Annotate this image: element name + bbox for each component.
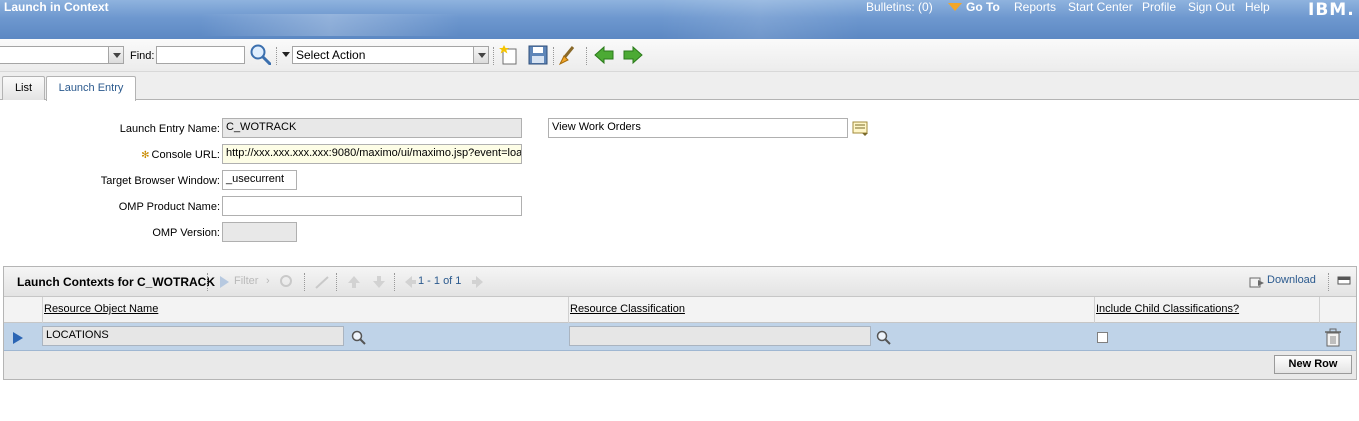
long-description-icon[interactable] xyxy=(852,121,870,137)
column-resource-object-name[interactable]: Resource Object Name xyxy=(44,303,158,315)
new-row-button[interactable]: New Row xyxy=(1274,355,1352,374)
toolbar: Find: Select Action xyxy=(0,39,1359,72)
classification-search-icon[interactable] xyxy=(876,330,892,346)
previous-page-arrow-icon[interactable] xyxy=(402,274,418,290)
profile-link[interactable]: Profile xyxy=(1142,0,1176,14)
column-divider xyxy=(568,297,569,323)
tab-bar: List Launch Entry xyxy=(0,72,1359,101)
select-action-dropdown[interactable]: Select Action xyxy=(292,46,474,64)
help-link[interactable]: Help xyxy=(1245,0,1270,14)
reports-link[interactable]: Reports xyxy=(1014,0,1056,14)
omp-version-field[interactable] xyxy=(222,222,297,242)
description-field[interactable]: View Work Orders xyxy=(548,118,848,138)
target-browser-window-label: Target Browser Window: xyxy=(100,175,220,187)
launch-contexts-table: Launch Contexts for C_WOTRACK Filter › 1… xyxy=(3,266,1357,380)
omp-product-name-field[interactable] xyxy=(222,196,522,216)
column-divider xyxy=(1094,297,1095,323)
sign-out-link[interactable]: Sign Out xyxy=(1188,0,1235,14)
ibm-logo: IBM. xyxy=(1308,0,1355,20)
column-include-child-classifications[interactable]: Include Child Classifications? xyxy=(1096,303,1239,315)
paging-info: 1 - 1 of 1 xyxy=(418,275,462,287)
launch-entry-name-field[interactable]: C_WOTRACK xyxy=(222,118,522,138)
query-select[interactable] xyxy=(0,46,110,64)
download-icon[interactable] xyxy=(1249,275,1265,289)
filter-arrow-icon[interactable] xyxy=(218,275,230,289)
target-browser-window-field[interactable]: _usecurrent xyxy=(222,170,297,190)
header-glow xyxy=(200,14,460,36)
go-to-menu[interactable]: Go To xyxy=(966,0,1000,14)
console-url-field[interactable]: http://xxx.xxx.xxx.xxx:9080/maximo/ui/ma… xyxy=(222,144,522,164)
table-column-header: Resource Object Name Resource Classifica… xyxy=(4,297,1356,323)
omp-product-name-label: OMP Product Name: xyxy=(118,201,220,213)
tab-launch-entry[interactable]: Launch Entry xyxy=(46,76,136,101)
app-header: Launch in Context Bulletins: (0) Go To R… xyxy=(0,0,1359,39)
console-url-label-wrap: ✻ Console URL: xyxy=(90,149,220,161)
bulletins-link[interactable]: Bulletins: (0) xyxy=(866,0,933,14)
resource-object-name-field[interactable]: LOCATIONS xyxy=(42,326,344,346)
required-icon: ✻ xyxy=(141,150,150,161)
console-url-label: Console URL: xyxy=(151,149,220,161)
include-child-checkbox[interactable] xyxy=(1097,332,1108,343)
go-to-icon[interactable] xyxy=(948,3,962,11)
tab-list[interactable]: List xyxy=(2,76,45,100)
table-separator xyxy=(394,273,395,291)
toolbar-separator xyxy=(276,47,277,65)
launch-entry-name-label: Launch Entry Name: xyxy=(119,123,220,135)
toolbar-separator xyxy=(553,47,554,65)
action-menu-arrow-icon[interactable] xyxy=(282,52,290,57)
column-resource-classification[interactable]: Resource Classification xyxy=(570,303,685,315)
table-separator xyxy=(336,273,337,291)
start-center-link[interactable]: Start Center xyxy=(1068,0,1133,14)
header-glow xyxy=(660,0,860,39)
find-label: Find: xyxy=(130,50,155,62)
download-link[interactable]: Download xyxy=(1267,274,1316,286)
delete-row-icon[interactable] xyxy=(1324,328,1342,348)
next-page-arrow-icon[interactable] xyxy=(470,274,486,290)
app-title: Launch in Context xyxy=(4,0,109,14)
column-divider xyxy=(42,297,43,323)
clear-changes-icon[interactable] xyxy=(557,44,579,66)
table-separator xyxy=(1328,273,1329,291)
table-separator xyxy=(207,273,208,291)
previous-page-icon[interactable] xyxy=(346,274,362,290)
collapse-table-icon[interactable] xyxy=(1337,276,1351,286)
next-record-icon[interactable] xyxy=(622,44,644,66)
table-row[interactable]: LOCATIONS xyxy=(4,323,1356,351)
toolbar-separator xyxy=(586,47,587,65)
filter-chevron-icon[interactable]: › xyxy=(266,275,270,287)
column-divider xyxy=(1319,297,1320,323)
table-title: Launch Contexts for C_WOTRACK xyxy=(17,275,215,289)
toolbar-separator xyxy=(493,47,494,65)
find-disabled-icon[interactable] xyxy=(280,275,294,289)
find-input[interactable] xyxy=(156,46,245,64)
clear-filter-icon[interactable] xyxy=(314,275,330,289)
omp-version-label: OMP Version: xyxy=(152,227,220,239)
new-record-icon[interactable] xyxy=(499,44,521,66)
select-action-arrow[interactable] xyxy=(473,46,489,64)
query-dropdown-button[interactable] xyxy=(108,46,124,64)
resource-classification-field[interactable] xyxy=(569,326,871,346)
select-value-search-icon[interactable] xyxy=(351,330,367,346)
row-details-icon[interactable] xyxy=(12,331,24,345)
next-row-icon[interactable] xyxy=(371,274,387,290)
search-icon[interactable] xyxy=(249,43,271,65)
table-toolbar: Launch Contexts for C_WOTRACK Filter › 1… xyxy=(4,267,1356,297)
previous-record-icon[interactable] xyxy=(593,44,615,66)
save-icon[interactable] xyxy=(527,44,549,66)
table-separator xyxy=(304,273,305,291)
filter-link[interactable]: Filter xyxy=(234,275,258,287)
